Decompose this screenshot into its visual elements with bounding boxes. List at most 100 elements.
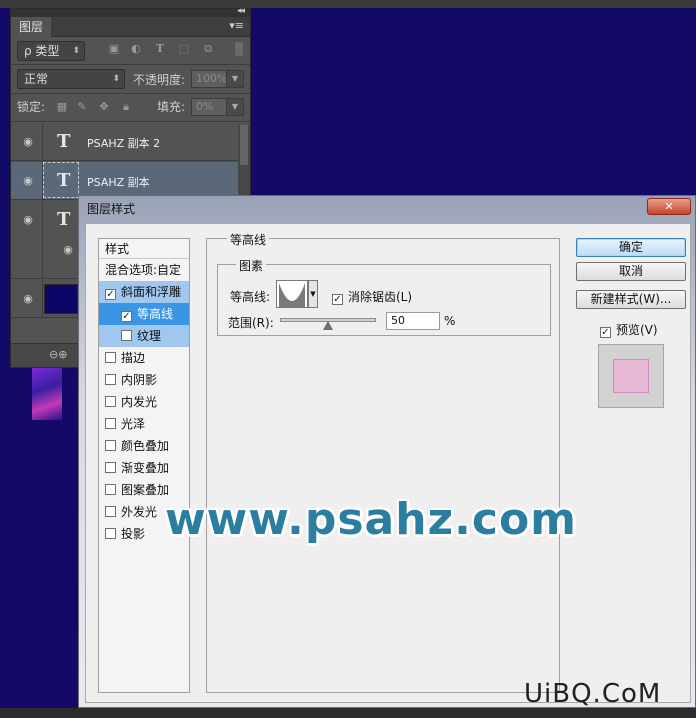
lock-brush-icon[interactable]: ✎	[75, 100, 89, 114]
panel-titlebar: ◂◂	[11, 6, 250, 17]
tab-layers[interactable]: 图层	[11, 17, 51, 37]
style-item-label: 渐变叠加	[121, 461, 170, 475]
pixel-filter-icon[interactable]: ▣	[107, 42, 121, 56]
filter-row: ρ 类型 ⬍ ▣ ◐ T ⬚ ⧉	[11, 39, 250, 63]
style-item-label: 等高线	[137, 307, 174, 321]
divider	[11, 64, 250, 65]
lock-all-icon[interactable]: 🔒︎	[119, 100, 133, 114]
style-item[interactable]: 内阴影	[99, 369, 189, 391]
opacity-field[interactable]: 100% ▼	[191, 70, 244, 88]
filter-kind-label: ρ 类型	[24, 44, 60, 58]
style-item-label: 斜面和浮雕	[121, 285, 182, 299]
ok-button[interactable]: 确定	[576, 238, 686, 257]
eye-icon[interactable]: ◉	[21, 213, 35, 227]
adjustment-filter-icon[interactable]: ◐	[129, 42, 143, 56]
scroll-thumb[interactable]	[240, 125, 248, 165]
checkbox-icon[interactable]	[105, 352, 116, 363]
chevron-updown-icon: ⬍	[72, 46, 80, 56]
layer-row[interactable]: ◉ T PSAHZ 副本 2	[11, 123, 239, 161]
style-item-label: 纹理	[137, 329, 162, 343]
style-item[interactable]: 内发光	[99, 391, 189, 413]
range-input[interactable]: 50	[386, 312, 440, 330]
visibility-column: ◉	[11, 162, 43, 199]
watermark-corner: UiBQ.CoM	[524, 679, 662, 709]
checkbox-icon[interactable]	[121, 330, 132, 341]
lock-move-icon[interactable]: ✥	[97, 100, 111, 114]
contour-curve-icon	[277, 281, 307, 307]
blend-options-item[interactable]: 混合选项:自定	[99, 259, 189, 281]
style-item[interactable]: 描边	[99, 347, 189, 369]
chevron-down-icon[interactable]: ▼	[226, 98, 244, 116]
checkbox-icon[interactable]	[105, 396, 116, 407]
checkbox-icon[interactable]: ✓	[105, 289, 116, 300]
canvas-artwork	[32, 368, 62, 420]
new-style-button[interactable]: 新建样式(W)...	[576, 290, 686, 309]
range-unit: %	[444, 314, 456, 328]
bottom-strip	[0, 708, 696, 718]
chevron-down-icon[interactable]: ▼	[226, 70, 244, 88]
styles-header[interactable]: 样式	[99, 239, 189, 259]
fill-field[interactable]: 0% ▼	[191, 98, 244, 116]
blend-mode-select[interactable]: 正常 ⬍	[17, 69, 125, 89]
section-title: 等高线	[227, 231, 270, 248]
blend-mode-label: 正常	[24, 72, 49, 86]
checkbox-icon[interactable]	[105, 374, 116, 385]
preview-swatch	[613, 359, 649, 393]
lock-transparent-icon[interactable]: ▦	[55, 100, 69, 114]
collapse-icon[interactable]: ◂◂	[237, 6, 245, 16]
style-item[interactable]: 颜色叠加	[99, 435, 189, 457]
visibility-column: ◉	[11, 123, 43, 160]
panel-tabbar: 图层 ▾≡	[11, 17, 250, 37]
fill-label: 填充:	[157, 100, 186, 114]
style-item[interactable]: ✓ 等高线	[99, 303, 189, 325]
eye-icon[interactable]: ◉	[21, 292, 35, 306]
cancel-button[interactable]: 取消	[576, 262, 686, 281]
style-item[interactable]: ✓ 斜面和浮雕	[99, 281, 189, 303]
style-item[interactable]: 光泽	[99, 413, 189, 435]
effect-eye-icon[interactable]: ◉	[61, 243, 75, 257]
style-item[interactable]: 渐变叠加	[99, 457, 189, 479]
style-item-label: 内阴影	[121, 373, 158, 387]
lock-label: 锁定:	[17, 100, 46, 114]
checkbox-icon[interactable]	[105, 528, 116, 539]
close-button[interactable]: ✕	[647, 198, 691, 215]
divider	[11, 93, 250, 94]
style-item-label: 描边	[121, 351, 146, 365]
checkbox-icon[interactable]: ✓	[121, 311, 132, 322]
chevron-down-icon[interactable]: ▼	[308, 280, 318, 308]
style-item-label: 图案叠加	[121, 483, 170, 497]
checkbox-icon[interactable]	[105, 484, 116, 495]
preview-checkbox[interactable]: ✓ 预览(V)	[600, 321, 658, 338]
elements-group: 图素 等高线: ▼ ✓ 消除锯齿(L) 范围(R): 50 %	[217, 257, 551, 336]
contour-section: 等高线 图素 等高线: ▼ ✓ 消除锯齿(L) 范围(R): 50 %	[206, 231, 560, 693]
filter-toggle[interactable]	[235, 42, 243, 56]
text-layer-icon: T	[57, 170, 71, 191]
type-filter-icon[interactable]: T	[153, 42, 167, 56]
visibility-column: ◉	[11, 201, 43, 278]
checkbox-icon: ✓	[332, 294, 343, 305]
shape-filter-icon[interactable]: ⬚	[177, 42, 191, 56]
style-item-label: 颜色叠加	[121, 439, 170, 453]
link-layers-icon[interactable]: ⊖⊕	[49, 348, 67, 361]
style-item-label: 光泽	[121, 417, 146, 431]
filter-kind-select[interactable]: ρ 类型 ⬍	[17, 41, 85, 61]
smartobject-filter-icon[interactable]: ⧉	[201, 42, 215, 56]
checkbox-icon[interactable]	[105, 418, 116, 429]
eye-icon[interactable]: ◉	[21, 174, 35, 188]
anti-alias-label: 消除锯齿(L)	[348, 290, 413, 304]
checkbox-icon[interactable]	[105, 440, 116, 451]
styles-list: 样式 混合选项:自定 ✓ 斜面和浮雕 ✓ 等高线纹理描边内阴影内发光光泽颜色叠加渐变叠…	[98, 238, 190, 693]
eye-icon[interactable]: ◉	[21, 135, 35, 149]
slider-knob[interactable]	[323, 321, 333, 330]
anti-alias-checkbox[interactable]: ✓ 消除锯齿(L)	[332, 288, 412, 305]
panel-menu-icon[interactable]: ▾≡	[229, 19, 244, 32]
contour-picker[interactable]	[276, 280, 308, 308]
style-item-label: 内发光	[121, 395, 158, 409]
contour-label: 等高线:	[230, 290, 271, 304]
divider	[11, 121, 250, 122]
checkbox-icon[interactable]	[105, 462, 116, 473]
checkbox-icon[interactable]	[105, 506, 116, 517]
style-item[interactable]: 纹理	[99, 325, 189, 347]
layer-name: PSAHZ 副本 2	[87, 137, 161, 150]
range-slider[interactable]	[280, 318, 376, 330]
